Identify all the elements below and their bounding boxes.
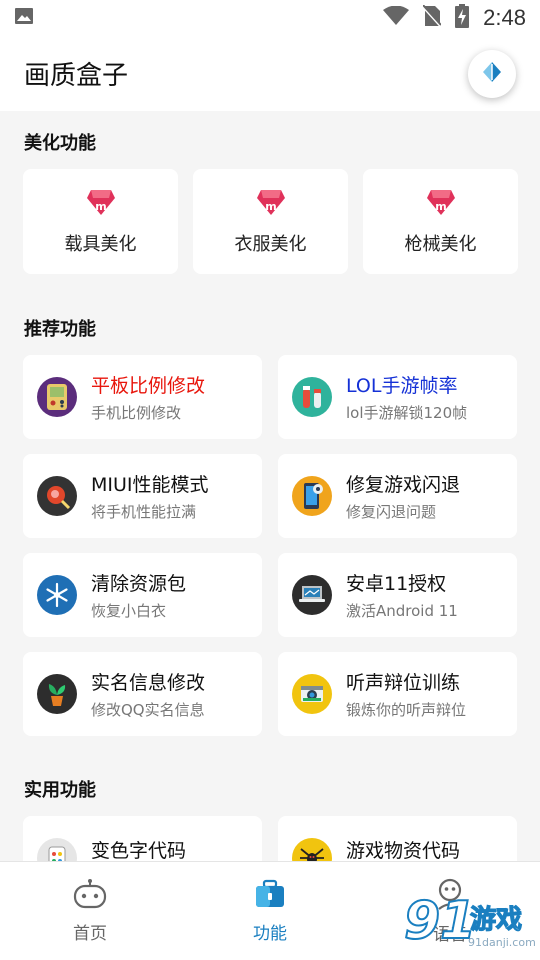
no-sim-icon (422, 4, 442, 31)
rocket-icon (37, 476, 77, 516)
beautify-label: 衣服美化 (234, 233, 307, 255)
feature-realname-edit[interactable]: 实名信息修改 修改QQ实名信息 (23, 652, 262, 736)
feature-title: 听声辩位训练 (346, 672, 461, 694)
camera-icon (292, 674, 332, 714)
feature-clear-resources[interactable]: 清除资源包 恢复小白衣 (23, 553, 262, 637)
feature-title: 游戏物资代码 (346, 840, 461, 861)
feature-subtitle: 修改QQ实名信息 (91, 701, 205, 719)
feature-miui-performance[interactable]: MIUI性能模式 将手机性能拉满 (23, 454, 262, 538)
beautify-label: 枪械美化 (404, 233, 477, 255)
feature-subtitle: 恢复小白衣 (91, 602, 167, 620)
feature-android11-auth[interactable]: 安卓11授权 激活Android 11 (278, 553, 517, 637)
feature-subtitle: lol手游解锁120帧 (346, 404, 468, 422)
feature-subtitle: 将手机性能拉满 (91, 503, 197, 521)
m-badge-icon: m (255, 188, 287, 220)
feature-subtitle: 激活Android 11 (346, 602, 458, 620)
feature-sound-position[interactable]: 听声辩位训练 锻炼你的听声辩位 (278, 652, 517, 736)
watermark-91danji: 91 游戏 91danji.com (398, 878, 538, 958)
wifi-icon (383, 5, 410, 30)
clock: 2:48 (483, 5, 526, 30)
feature-title: 修复游戏闪退 (346, 474, 461, 496)
image-notification-icon (14, 6, 34, 30)
content-area[interactable]: 美化功能 m 载具美化 m 衣服美化 m 枪械美化 推荐功能 平板比例修改 手机… (0, 111, 540, 861)
app-bar: 画质盒子 (0, 36, 540, 111)
feature-fix-crash[interactable]: 修复游戏闪退 修复闪退问题 (278, 454, 517, 538)
feature-title: 清除资源包 (91, 573, 187, 595)
diamond-compass-icon (483, 61, 501, 86)
feature-subtitle: 锻炼你的听声辩位 (346, 701, 467, 719)
spider-icon (292, 838, 332, 861)
m-badge-icon: m (85, 188, 117, 220)
status-bar: 2:48 (0, 0, 540, 36)
utility-game-item-code[interactable]: 游戏物资代码 (278, 816, 517, 861)
palette-icon (37, 838, 77, 861)
laptop-icon (292, 575, 332, 615)
phone-gear-icon (292, 476, 332, 516)
app-title: 画质盒子 (24, 61, 129, 91)
toolbox-icon (254, 879, 286, 913)
feature-title: MIUI性能模式 (91, 474, 209, 496)
nav-tab-home[interactable]: 首页 (0, 862, 180, 960)
feature-title: 变色字代码 (91, 840, 187, 861)
beautify-card-weapon[interactable]: m 枪械美化 (363, 169, 518, 274)
svg-text:m: m (435, 200, 446, 213)
nav-tab-features[interactable]: 功能 (180, 862, 360, 960)
svg-text:91: 91 (404, 891, 476, 951)
nav-label: 功能 (253, 923, 287, 944)
utility-color-text-code[interactable]: 变色字代码 (23, 816, 262, 861)
svg-text:m: m (95, 200, 106, 213)
section-title-beautify: 美化功能 (24, 133, 96, 154)
feature-title: LOL手游帧率 (346, 375, 458, 397)
beautify-label: 载具美化 (64, 233, 137, 255)
feature-lol-fps[interactable]: LOL手游帧率 lol手游解锁120帧 (278, 355, 517, 439)
float-action-button[interactable] (468, 49, 516, 98)
potion-icon (292, 377, 332, 417)
robot-icon (72, 878, 108, 913)
svg-text:游戏: 游戏 (470, 905, 522, 935)
feature-subtitle: 手机比例修改 (91, 404, 182, 422)
svg-text:m: m (265, 200, 276, 213)
feature-title: 平板比例修改 (91, 375, 206, 397)
gameboy-icon (37, 377, 77, 417)
feature-title: 实名信息修改 (91, 672, 206, 694)
feature-title: 安卓11授权 (346, 573, 447, 595)
nav-label: 首页 (73, 923, 107, 944)
m-badge-icon: m (425, 188, 457, 220)
feature-subtitle: 修复闪退问题 (346, 503, 437, 521)
feature-tablet-ratio[interactable]: 平板比例修改 手机比例修改 (23, 355, 262, 439)
svg-text:91danji.com: 91danji.com (468, 936, 536, 949)
section-title-utility: 实用功能 (24, 780, 96, 801)
plant-icon (37, 674, 77, 714)
battery-charging-icon (455, 4, 470, 32)
section-title-recommend: 推荐功能 (24, 319, 96, 340)
beautify-card-clothes[interactable]: m 衣服美化 (193, 169, 348, 274)
beautify-card-vehicle[interactable]: m 载具美化 (23, 169, 178, 274)
snowflake-icon (37, 575, 77, 615)
